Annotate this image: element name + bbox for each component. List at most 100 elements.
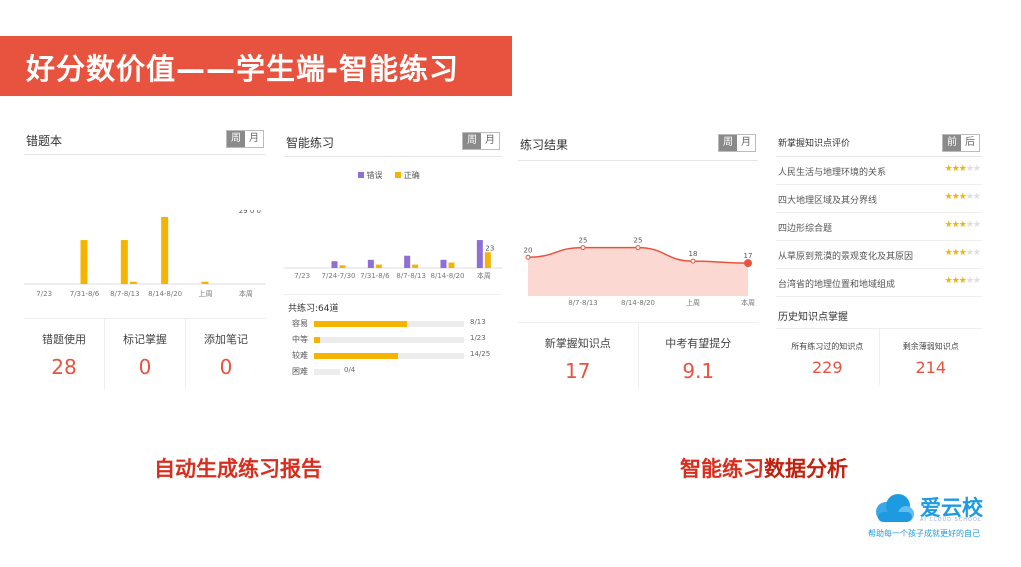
- stat-wrong-used: 错题使用 28: [24, 319, 104, 389]
- bar-wrong: [331, 261, 338, 268]
- toggle-week[interactable]: 周: [719, 135, 737, 151]
- stat-value: 229: [811, 358, 843, 377]
- stat-value: 17: [565, 359, 591, 383]
- bar-wrong: [476, 240, 483, 268]
- star-icon: ★: [944, 192, 953, 202]
- results-header: 练习结果 周 月: [518, 130, 758, 161]
- toggle-month[interactable]: 月: [245, 131, 263, 147]
- results-point: [744, 259, 752, 268]
- wrongbook-bar: [120, 240, 128, 284]
- bar-correct: [339, 265, 346, 268]
- data-label: 25: [634, 237, 643, 245]
- toggle-month[interactable]: 月: [737, 135, 755, 151]
- star-icon: ★: [965, 192, 974, 202]
- stat-marked-mastered: 标记掌握 0: [104, 319, 185, 389]
- stat-new-mastered: 新掌握知识点 17: [518, 323, 638, 389]
- x-tick-label: 8/14-8/20: [621, 299, 655, 307]
- practice-chart: 7/23 7/24-7/30 7/31-8/6 8/7-8/13 8/14-8/20 本周…: [284, 238, 502, 280]
- difficulty-value: 14/25: [470, 350, 491, 358]
- x-tick-label: 本周: [741, 298, 755, 307]
- results-chart: 20 25 25 18 17 8/7-8/13 8/14-8/20 上周 本周: [524, 237, 755, 307]
- star-icon: ★: [944, 220, 953, 230]
- knowledge-row[interactable]: 从草原到荒漠的景观变化及其原因 ★★★★★: [776, 240, 982, 269]
- wrongbook-bar: [161, 216, 169, 284]
- star-icon: ★: [958, 220, 967, 230]
- toggle-week[interactable]: 周: [227, 131, 245, 147]
- knowledge-label: 人民生活与地理环境的关系: [778, 168, 887, 178]
- star-icon: ★: [972, 220, 981, 230]
- caption-left: 自动生成练习报告: [154, 457, 322, 481]
- toggle-after[interactable]: 后: [961, 135, 979, 151]
- data-label: 17: [744, 252, 753, 260]
- x-tick-label: 8/14-8/20: [431, 272, 465, 280]
- stat-expected-gain: 中考有望提分 9.1: [637, 323, 759, 389]
- stat-label: 错题使用: [42, 333, 86, 346]
- knowledge-row[interactable]: 四大地理区域及其分界线 ★★★★★: [776, 184, 982, 213]
- star-icon: ★: [951, 164, 960, 174]
- x-tick-label: 7/24-7/30: [322, 272, 356, 280]
- results-stats: 新掌握知识点 17 中考有望提分 9.1: [518, 322, 758, 389]
- difficulty-label: 中等: [292, 335, 308, 344]
- star-icon: ★: [944, 164, 953, 174]
- caption-right-part2: 数据分析: [764, 457, 848, 481]
- stat-value: 214: [915, 358, 947, 377]
- x-tick-label: 8/7-8/13: [396, 272, 426, 280]
- toggle-week[interactable]: 周: [463, 133, 481, 149]
- difficulty-value: 8/13: [470, 318, 486, 326]
- legend-label-correct: 正确: [403, 171, 420, 180]
- legend-label-wrong: 错误: [366, 171, 383, 180]
- bar-wrong: [404, 255, 411, 268]
- results-point: [690, 258, 696, 264]
- difficulty-track: [314, 353, 464, 359]
- star-icon: ★: [972, 192, 981, 202]
- difficulty-track: [314, 369, 340, 375]
- logo-slogan: 帮助每一个孩子成就更好的自己: [868, 529, 980, 538]
- history-title: 历史知识点掌握: [778, 312, 848, 323]
- toggle-month[interactable]: 月: [481, 133, 499, 149]
- stat-label: 剩余薄弱知识点: [902, 342, 959, 351]
- data-label: 18: [689, 250, 698, 258]
- knowledge-row[interactable]: 四边形综合题 ★★★★★: [776, 212, 982, 241]
- page-title: 好分数价值——学生端-智能练习: [26, 52, 460, 86]
- stat-value: 0: [219, 355, 233, 379]
- stat-practiced-points: 所有练习过的知识点 229: [776, 329, 879, 385]
- results-point: [635, 245, 641, 251]
- toggle-before[interactable]: 前: [943, 135, 961, 151]
- star-icon: ★: [951, 192, 960, 202]
- stat-value: 0: [138, 355, 152, 379]
- x-tick-label: 上周: [686, 298, 700, 307]
- data-label-correct: 23: [485, 244, 494, 252]
- practice-title: 智能练习: [286, 136, 335, 150]
- x-tick-label: 8/7-8/13: [568, 299, 598, 307]
- x-tick-label: 8/7-8/13: [110, 290, 140, 298]
- bar-correct: [412, 264, 419, 268]
- knowledge-row[interactable]: 台湾省的地理位置和地域组成 ★★★★★: [776, 268, 982, 297]
- wrongbook-bar: [80, 240, 88, 284]
- knowledge-label: 四边形综合题: [778, 224, 833, 234]
- difficulty-track: [314, 321, 464, 327]
- wrongbook-title: 错题本: [26, 134, 63, 148]
- x-tick-label: 本周: [239, 289, 253, 298]
- results-period-toggle: 周 月: [718, 134, 756, 152]
- difficulty-label: 困难: [292, 367, 308, 376]
- star-icon: ★: [951, 220, 960, 230]
- practice-panel: 智能练习 周 月 错误 正确 7/23 7/24-7/30 7/31-8/6 8/7-…: [284, 128, 502, 386]
- knowledge-row[interactable]: 人民生活与地理环境的关系 ★★★★★: [776, 156, 982, 185]
- stat-notes-added: 添加笔记 0: [185, 319, 266, 389]
- data-label-wrong: 41: [475, 238, 484, 240]
- star-icon: ★: [958, 192, 967, 202]
- star-icon: ★: [965, 276, 974, 286]
- difficulty-label: 容易: [292, 319, 308, 328]
- difficulty-fill: [314, 353, 398, 359]
- results-point: [525, 254, 531, 260]
- star-rating: ★★★★★: [944, 164, 981, 174]
- bar-wrong: [440, 259, 447, 268]
- difficulty-row-medium: 中等 1/23: [284, 333, 502, 347]
- difficulty-row-hard: 较难 14/25: [284, 349, 502, 363]
- history-stats: 所有练习过的知识点 229 剩余薄弱知识点 214: [776, 328, 982, 385]
- knowledge-panel: 新掌握知识点评价 前 后 人民生活与地理环境的关系 ★★★★★ 四大地理区域及其分界…: [776, 130, 982, 388]
- knowledge-label: 四大地理区域及其分界线: [778, 196, 878, 206]
- results-area: [528, 247, 748, 296]
- stat-value: 28: [51, 355, 77, 379]
- star-rating: ★★★★★: [945, 276, 981, 286]
